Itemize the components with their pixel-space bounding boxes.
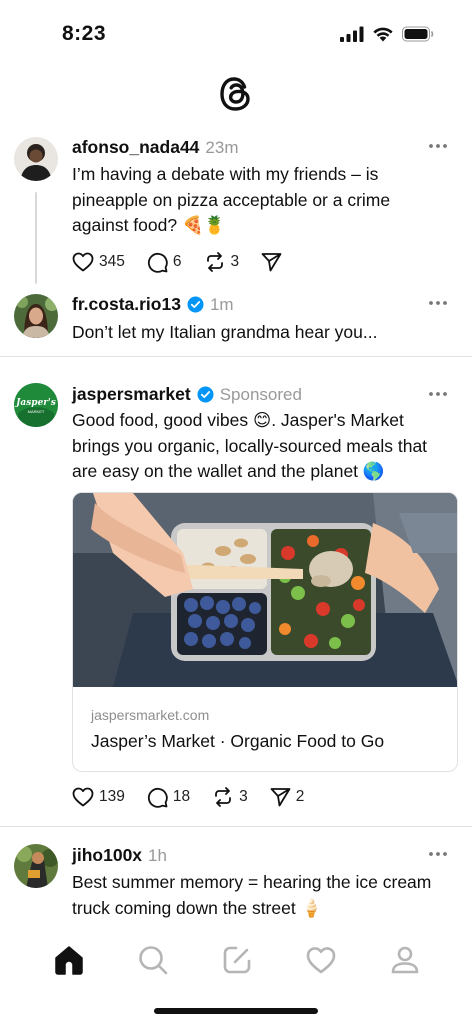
more-options-icon[interactable] xyxy=(428,143,448,149)
heart-icon xyxy=(72,252,94,272)
post-header: fr.costa.rio13 1m xyxy=(72,294,234,315)
reply-button[interactable]: 18 xyxy=(147,787,190,808)
repost-count: 3 xyxy=(239,788,248,805)
home-icon xyxy=(55,946,83,975)
repost-icon xyxy=(215,787,232,807)
wifi-icon xyxy=(373,27,393,42)
share-button[interactable] xyxy=(261,252,282,272)
reply-count: 18 xyxy=(172,788,191,805)
post-text: Best summer memory = hearing the ice cre… xyxy=(72,872,432,918)
reply-button[interactable]: 6 xyxy=(147,252,182,273)
avatar[interactable] xyxy=(14,844,58,888)
link-preview-card[interactable]: jaspersmarket.com Jasper’s Market · Orga… xyxy=(72,492,458,772)
like-button[interactable]: 139 xyxy=(72,787,125,807)
link-domain: jaspersmarket.com xyxy=(91,707,210,723)
more-options-icon[interactable] xyxy=(428,391,448,397)
brand-logo-subtext: MARKET xyxy=(28,409,45,414)
post-actions: 139 18 3 2 xyxy=(72,784,326,810)
share-count: 2 xyxy=(295,788,305,805)
link-preview-image[interactable] xyxy=(73,493,457,687)
thread-line xyxy=(35,192,37,284)
tab-home[interactable] xyxy=(47,938,91,982)
status-time: 8:23 xyxy=(62,22,107,45)
compose-icon xyxy=(223,946,251,974)
link-title[interactable]: Jasper’s Market · Organic Food to Go xyxy=(91,731,384,752)
home-indicator xyxy=(154,1008,318,1014)
username[interactable]: jaspersmarket xyxy=(72,384,191,405)
username[interactable]: afonso_nada44 xyxy=(72,137,199,158)
threads-logo-icon[interactable] xyxy=(216,74,256,114)
divider xyxy=(0,826,472,827)
sponsored-label: Sponsored xyxy=(219,384,302,404)
post-header: jaspersmarket Sponsored xyxy=(72,384,302,405)
repost-button[interactable]: 3 xyxy=(212,787,248,807)
avatar[interactable] xyxy=(14,294,58,338)
verified-badge-icon xyxy=(197,386,214,403)
profile-icon xyxy=(391,946,419,974)
reply-count: 6 xyxy=(172,253,182,270)
verified-badge-icon xyxy=(187,296,204,313)
brand-logo-text: Jasper's xyxy=(14,398,56,408)
divider xyxy=(0,356,472,357)
cellular-signal-icon xyxy=(340,26,364,42)
like-button[interactable]: 345 xyxy=(72,252,125,272)
avatar[interactable] xyxy=(14,137,58,181)
like-count: 345 xyxy=(99,253,125,270)
tab-compose[interactable] xyxy=(215,938,259,982)
heart-icon xyxy=(72,787,94,807)
post-time: 1h xyxy=(148,845,167,865)
post-text: Good food, good vibes 😊. Jasper's Market… xyxy=(72,410,428,481)
tab-search[interactable] xyxy=(131,938,175,982)
more-options-icon[interactable] xyxy=(428,300,448,306)
repost-icon xyxy=(206,252,223,272)
repost-count: 3 xyxy=(230,253,240,270)
search-icon xyxy=(139,946,168,975)
more-options-icon[interactable] xyxy=(428,851,448,857)
tab-bar xyxy=(0,930,472,990)
comment-icon xyxy=(147,252,168,273)
activity-icon xyxy=(306,947,336,974)
post-time: 23m xyxy=(205,137,239,157)
repost-button[interactable]: 3 xyxy=(204,252,240,272)
post-text: Don’t let my Italian grandma hear you... xyxy=(72,322,378,342)
battery-icon xyxy=(402,26,434,42)
username[interactable]: jiho100x xyxy=(72,845,142,866)
send-icon xyxy=(270,788,291,807)
tab-profile[interactable] xyxy=(383,938,427,982)
post-header: afonso_nada44 23m xyxy=(72,137,238,158)
post-text: I’m having a debate with my friends – is… xyxy=(72,164,391,235)
post-header: jiho100x 1h xyxy=(72,845,167,866)
post-actions: 345 6 3 xyxy=(72,249,304,275)
send-icon xyxy=(261,253,282,272)
like-count: 139 xyxy=(99,788,125,805)
tab-activity[interactable] xyxy=(299,938,343,982)
status-icons xyxy=(340,26,434,42)
post-time: 1m xyxy=(209,294,234,314)
comment-icon xyxy=(147,787,168,808)
username[interactable]: fr.costa.rio13 xyxy=(72,294,181,315)
share-button[interactable]: 2 xyxy=(270,787,305,807)
brand-avatar[interactable]: Jasper's MARKET xyxy=(14,383,58,427)
status-bar: 8:23 xyxy=(0,0,472,70)
